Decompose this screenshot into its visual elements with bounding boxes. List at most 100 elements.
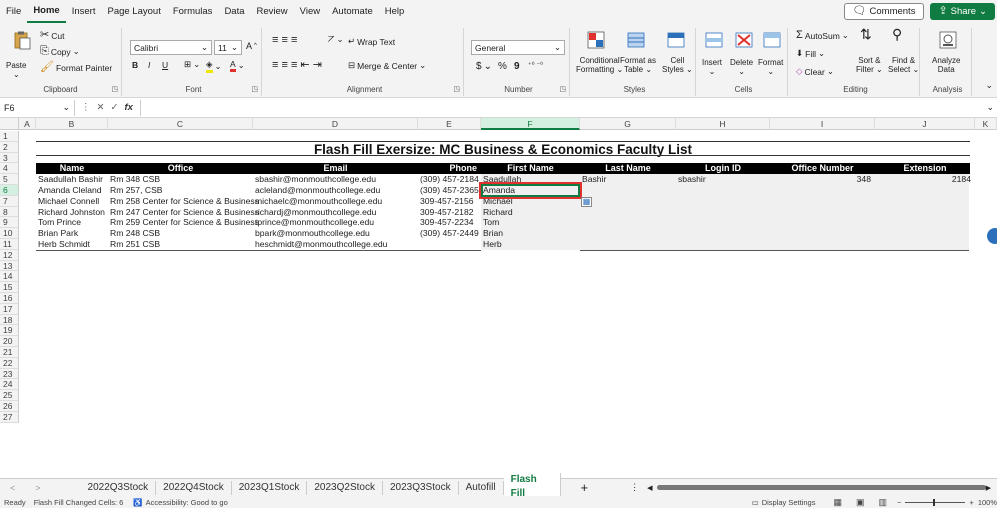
merge-center-button[interactable]: ⊟ Merge & Center ⌄	[348, 60, 426, 71]
wrap-text-button[interactable]: ↵ Wrap Text	[348, 36, 395, 47]
zoom-level[interactable]: 100%	[978, 498, 997, 507]
next-sheet-icon[interactable]: >	[25, 483, 50, 493]
row-header-16[interactable]: 16	[0, 293, 19, 304]
cell-j10[interactable]	[875, 228, 971, 239]
menu-automate[interactable]: Automate	[326, 0, 379, 24]
cell-i10[interactable]	[770, 228, 871, 239]
cell-c6[interactable]: Rm 257, CSB	[110, 185, 163, 196]
orientation-button[interactable]: ⦢ ⌄	[328, 34, 344, 45]
number-format-combo[interactable]: General ⌄	[471, 40, 565, 55]
column-header-e[interactable]: E	[418, 118, 481, 130]
cell-d6[interactable]: acleland@monmouthcollege.edu	[255, 185, 380, 196]
row-header-10[interactable]: 10	[0, 228, 19, 239]
row-header-25[interactable]: 25	[0, 390, 19, 401]
row-header-24[interactable]: 24	[0, 379, 19, 391]
cell-e6[interactable]: (309) 457-2365	[420, 185, 479, 196]
cell-e8[interactable]: 309-457-2182	[420, 207, 474, 218]
display-settings-button[interactable]: Display Settings	[762, 498, 816, 507]
row-header-5[interactable]: 5	[0, 174, 19, 185]
dialog-launcher-icon[interactable]: ◳	[111, 85, 118, 93]
row-header-15[interactable]: 15	[0, 282, 19, 293]
prev-sheet-icon[interactable]: <	[0, 483, 25, 493]
cell-j9[interactable]	[875, 217, 971, 228]
format-as-table-button[interactable]: Format as Table ⌄	[620, 56, 656, 74]
cell-d8[interactable]: richardj@monmouthcollege.edu	[255, 207, 376, 218]
add-sheet-button[interactable]: +	[561, 480, 609, 495]
column-header-g[interactable]: G	[580, 118, 676, 130]
grow-font-button[interactable]: A ^	[246, 41, 257, 51]
zoom-out-icon[interactable]: −	[897, 498, 901, 507]
cell-b10[interactable]: Brian Park	[38, 228, 78, 239]
analyze-data-button[interactable]: Analyze Data	[932, 56, 960, 74]
cell-b8[interactable]: Richard Johnston	[38, 207, 105, 218]
cell-i9[interactable]	[770, 217, 871, 228]
menu-formulas[interactable]: Formulas	[167, 0, 219, 24]
cell-j8[interactable]	[875, 207, 971, 218]
cell-b7[interactable]: Michael Connell	[38, 196, 99, 207]
menu-insert[interactable]: Insert	[66, 0, 102, 24]
insert-cells-button[interactable]: Insert ⌄	[702, 58, 722, 76]
cell-d11[interactable]: heschmidt@monmouthcollege.edu	[255, 239, 387, 250]
cell-c11[interactable]: Rm 251 CSB	[110, 239, 160, 250]
zoom-slider-thumb[interactable]	[933, 498, 936, 506]
row-header-1[interactable]: 1	[0, 131, 19, 142]
select-all-corner[interactable]	[0, 118, 19, 130]
cell-e7[interactable]: 309-457-2156	[420, 196, 474, 207]
cell-e9[interactable]: 309-457-2234	[420, 217, 474, 228]
menu-view[interactable]: View	[294, 0, 326, 24]
cell-j11[interactable]	[875, 239, 971, 250]
page-break-view-icon[interactable]: ▥	[879, 497, 888, 508]
clear-button[interactable]: ◇ Clear ⌄	[796, 66, 834, 77]
row-header-26[interactable]: 26	[0, 401, 19, 412]
fill-color-button[interactable]: ◈ ⌄	[206, 59, 222, 73]
cell-styles-button[interactable]: Cell Styles ⌄	[662, 56, 693, 74]
cell-e10[interactable]: (309) 457-2449	[420, 228, 479, 239]
cell-h5[interactable]: sbashir	[678, 174, 706, 185]
top-align-button[interactable]: ≡ ≡ ≡	[272, 34, 297, 46]
find-select-button[interactable]: Find & Select ⌄	[888, 56, 919, 74]
row-header-3[interactable]: 3	[0, 152, 19, 164]
tab-2023q2stock[interactable]: 2023Q2Stock	[307, 480, 383, 495]
page-layout-view-icon[interactable]: ▣	[856, 497, 865, 508]
underline-button[interactable]: U	[162, 60, 168, 70]
cell-f10[interactable]: Brian	[483, 228, 503, 239]
row-header-13[interactable]: 13	[0, 260, 19, 272]
menu-review[interactable]: Review	[251, 0, 294, 24]
row-header-6[interactable]: 6	[0, 185, 19, 196]
font-size-combo[interactable]: 11 ⌄	[214, 40, 242, 55]
bold-button[interactable]: B	[132, 60, 138, 70]
cell-c9[interactable]: Rm 259 Center for Science & Business	[110, 217, 259, 228]
format-cells-button[interactable]: Format ⌄	[758, 58, 783, 76]
normal-view-icon[interactable]: ▦	[833, 497, 842, 508]
menu-data[interactable]: Data	[218, 0, 250, 24]
cell-c10[interactable]: Rm 248 CSB	[110, 228, 160, 239]
cell-b6[interactable]: Amanda Cleland	[38, 185, 102, 196]
cell-c8[interactable]: Rm 247 Center for Science & Business	[110, 207, 259, 218]
menu-home[interactable]: Home	[27, 1, 66, 23]
row-header-27[interactable]: 27	[0, 411, 19, 423]
column-header-k[interactable]: K	[975, 118, 997, 130]
row-header-14[interactable]: 14	[0, 271, 19, 283]
cell-i11[interactable]	[770, 239, 871, 250]
sort-filter-button[interactable]: Sort & Filter ⌄	[856, 56, 883, 74]
cell-c7[interactable]: Rm 258 Center for Science & Business	[110, 196, 259, 207]
cell-g5[interactable]: Bashir	[582, 174, 606, 185]
row-header-12[interactable]: 12	[0, 249, 19, 261]
menu-file[interactable]: File	[0, 0, 27, 24]
cell-d7[interactable]: michaelc@monmouthcollege.edu	[255, 196, 382, 207]
row-header-11[interactable]: 11	[0, 239, 19, 250]
paste-dropdown-icon[interactable]: ⌄	[13, 70, 20, 79]
italic-button[interactable]: I	[148, 60, 150, 70]
percent-button[interactable]: %	[498, 61, 507, 72]
decimal-buttons[interactable]: ⁺⁰ ⁻⁰	[528, 61, 543, 69]
tab-autofill[interactable]: Autofill	[459, 480, 504, 495]
font-color-button[interactable]: A ⌄	[230, 59, 245, 72]
menu-page-layout[interactable]: Page Layout	[101, 0, 166, 24]
cell-d5[interactable]: sbashir@monmouthcollege.edu	[255, 174, 376, 185]
row-header-9[interactable]: 9	[0, 217, 19, 229]
tab-2022q3stock[interactable]: 2022Q3Stock	[81, 480, 157, 495]
row-header-19[interactable]: 19	[0, 325, 19, 337]
cell-j6[interactable]	[875, 185, 971, 196]
expand-formula-icon[interactable]: ⌄	[986, 102, 994, 113]
enter-icon[interactable]: ✓	[110, 102, 118, 113]
